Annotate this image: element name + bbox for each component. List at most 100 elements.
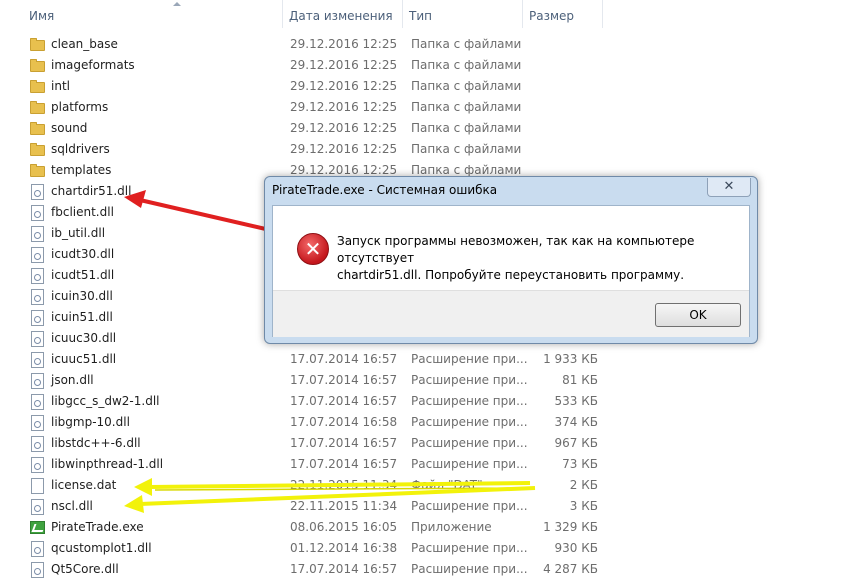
file-date: 17.07.2014 16:57 bbox=[290, 457, 398, 471]
file-type: Расширение при... bbox=[411, 436, 528, 450]
column-header: Имя Дата изменения Тип Размер bbox=[0, 0, 852, 28]
file-name: imageformats bbox=[51, 58, 135, 72]
dialog-content: ✕ Запуск программы невозможен, так как н… bbox=[273, 206, 749, 290]
file-name: icudt51.dll bbox=[51, 268, 115, 282]
file-type: Расширение при... bbox=[411, 415, 528, 429]
error-dialog: PirateTrade.exe - Системная ошибка ✕ ✕ З… bbox=[264, 176, 758, 344]
file-type: Расширение при... bbox=[411, 499, 528, 513]
file-type: Приложение bbox=[411, 520, 492, 534]
message-line-1: Запуск программы невозможен, так как на … bbox=[337, 234, 695, 265]
file-row[interactable]: PirateTrade.exe 08.06.2015 16:05 Приложени… bbox=[0, 517, 852, 538]
file-date: 17.07.2014 16:57 bbox=[290, 373, 398, 387]
message-line-2: chartdir51.dll. Попробуйте переустановит… bbox=[337, 268, 685, 282]
file-type: Папка с файлами bbox=[411, 37, 522, 51]
file-name: fbclient.dll bbox=[51, 205, 114, 219]
file-name: icudt30.dll bbox=[51, 247, 115, 261]
file-row[interactable]: sqldrivers 29.12.2016 12:25 Папка с файлам… bbox=[0, 139, 852, 160]
dll-file-icon bbox=[30, 457, 46, 473]
file-row[interactable]: json.dll 17.07.2014 16:57 Расширение при..… bbox=[0, 370, 852, 391]
file-row[interactable]: sound 29.12.2016 12:25 Папка с файлами bbox=[0, 118, 852, 139]
dll-file-icon bbox=[30, 562, 46, 578]
file-date: 17.07.2014 16:58 bbox=[290, 415, 398, 429]
dll-file-icon bbox=[30, 184, 46, 200]
file-date: 22.11.2015 11:34 bbox=[290, 499, 398, 513]
sort-caret-icon bbox=[173, 2, 181, 6]
file-name: libgmp-10.dll bbox=[51, 415, 130, 429]
file-date: 17.07.2014 16:57 bbox=[290, 436, 398, 450]
dat-file-icon bbox=[30, 478, 46, 494]
file-date: 29.12.2016 12:25 bbox=[290, 142, 398, 156]
file-type: Расширение при... bbox=[411, 352, 528, 366]
dialog-title: PirateTrade.exe - Системная ошибка bbox=[272, 183, 498, 197]
file-row[interactable]: nscl.dll 22.11.2015 11:34 Расширение при..… bbox=[0, 496, 852, 517]
file-name: sound bbox=[51, 121, 88, 135]
folder-icon bbox=[30, 100, 46, 116]
dll-file-icon bbox=[30, 394, 46, 410]
file-size: 967 КБ bbox=[554, 436, 598, 450]
file-row[interactable]: libwinpthread-1.dll 17.07.2014 16:57 Расши… bbox=[0, 454, 852, 475]
file-type: Папка с файлами bbox=[411, 121, 522, 135]
file-date: 29.12.2016 12:25 bbox=[290, 37, 398, 51]
folder-icon bbox=[30, 163, 46, 179]
folder-icon bbox=[30, 142, 46, 158]
file-name: sqldrivers bbox=[51, 142, 110, 156]
file-size bbox=[540, 139, 598, 160]
file-type: Папка с файлами bbox=[411, 58, 522, 72]
file-name: license.dat bbox=[51, 478, 117, 492]
file-size: 930 КБ bbox=[554, 541, 598, 555]
file-size: 1 933 КБ bbox=[543, 352, 598, 366]
file-date: 17.07.2014 16:57 bbox=[290, 352, 398, 366]
file-size: 374 КБ bbox=[554, 415, 598, 429]
file-date: 01.12.2014 16:38 bbox=[290, 541, 398, 555]
file-date: 29.12.2016 12:25 bbox=[290, 121, 398, 135]
file-row[interactable]: imageformats 29.12.2016 12:25 Папка с файл… bbox=[0, 55, 852, 76]
file-row[interactable]: libgcc_s_dw2-1.dll 17.07.2014 16:57 Расшир… bbox=[0, 391, 852, 412]
file-row[interactable]: icuuc51.dll 17.07.2014 16:57 Расширение пр… bbox=[0, 349, 852, 370]
file-row[interactable]: intl 29.12.2016 12:25 Папка с файлами bbox=[0, 76, 852, 97]
column-date[interactable]: Дата изменения bbox=[283, 0, 403, 28]
file-date: 29.12.2016 12:25 bbox=[290, 79, 398, 93]
folder-icon bbox=[30, 37, 46, 53]
column-type[interactable]: Тип bbox=[403, 0, 523, 28]
file-row[interactable]: qcustomplot1.dll 01.12.2014 16:38 Расширен… bbox=[0, 538, 852, 559]
dll-file-icon bbox=[30, 352, 46, 368]
file-name: intl bbox=[51, 79, 70, 93]
file-size: 73 КБ bbox=[562, 457, 598, 471]
close-icon[interactable]: ✕ bbox=[707, 178, 751, 197]
dll-file-icon bbox=[30, 310, 46, 326]
file-size: 4 287 КБ bbox=[543, 562, 598, 576]
file-name: chartdir51.dll bbox=[51, 184, 132, 198]
dialog-body: ✕ Запуск программы невозможен, так как н… bbox=[272, 205, 750, 337]
file-row[interactable]: libstdc++-6.dll 17.07.2014 16:57 Расширени… bbox=[0, 433, 852, 454]
file-name: clean_base bbox=[51, 37, 118, 51]
file-name: json.dll bbox=[51, 373, 94, 387]
dll-file-icon bbox=[30, 373, 46, 389]
file-size: 3 КБ bbox=[569, 499, 598, 513]
file-name: icuuc51.dll bbox=[51, 352, 117, 366]
file-type: Папка с файлами bbox=[411, 142, 522, 156]
dll-file-icon bbox=[30, 541, 46, 557]
error-message: Запуск программы невозможен, так как на … bbox=[337, 233, 737, 284]
file-type: Расширение при... bbox=[411, 394, 528, 408]
dll-file-icon bbox=[30, 289, 46, 305]
dll-file-icon bbox=[30, 499, 46, 515]
file-row[interactable]: license.dat 22.11.2015 11:34 Файл "DAT" 2 К… bbox=[0, 475, 852, 496]
file-row[interactable]: clean_base 29.12.2016 12:25 Папка с файлам… bbox=[0, 34, 852, 55]
file-row[interactable]: Qt5Core.dll 17.07.2014 16:57 Расширение пр… bbox=[0, 559, 852, 580]
file-name: qcustomplot1.dll bbox=[51, 541, 152, 555]
column-size[interactable]: Размер bbox=[523, 0, 603, 28]
file-row[interactable]: libgmp-10.dll 17.07.2014 16:58 Расширение … bbox=[0, 412, 852, 433]
file-size bbox=[540, 76, 598, 97]
file-size bbox=[540, 118, 598, 139]
file-name: libstdc++-6.dll bbox=[51, 436, 141, 450]
ok-button[interactable]: OK bbox=[655, 303, 741, 327]
file-date: 08.06.2015 16:05 bbox=[290, 520, 398, 534]
file-type: Расширение при... bbox=[411, 541, 528, 555]
file-name: nscl.dll bbox=[51, 499, 93, 513]
file-date: 17.07.2014 16:57 bbox=[290, 562, 398, 576]
column-name[interactable]: Имя bbox=[23, 0, 283, 28]
file-row[interactable]: platforms 29.12.2016 12:25 Папка с файлами bbox=[0, 97, 852, 118]
file-name: libwinpthread-1.dll bbox=[51, 457, 164, 471]
dll-file-icon bbox=[30, 268, 46, 284]
file-type: Папка с файлами bbox=[411, 79, 522, 93]
